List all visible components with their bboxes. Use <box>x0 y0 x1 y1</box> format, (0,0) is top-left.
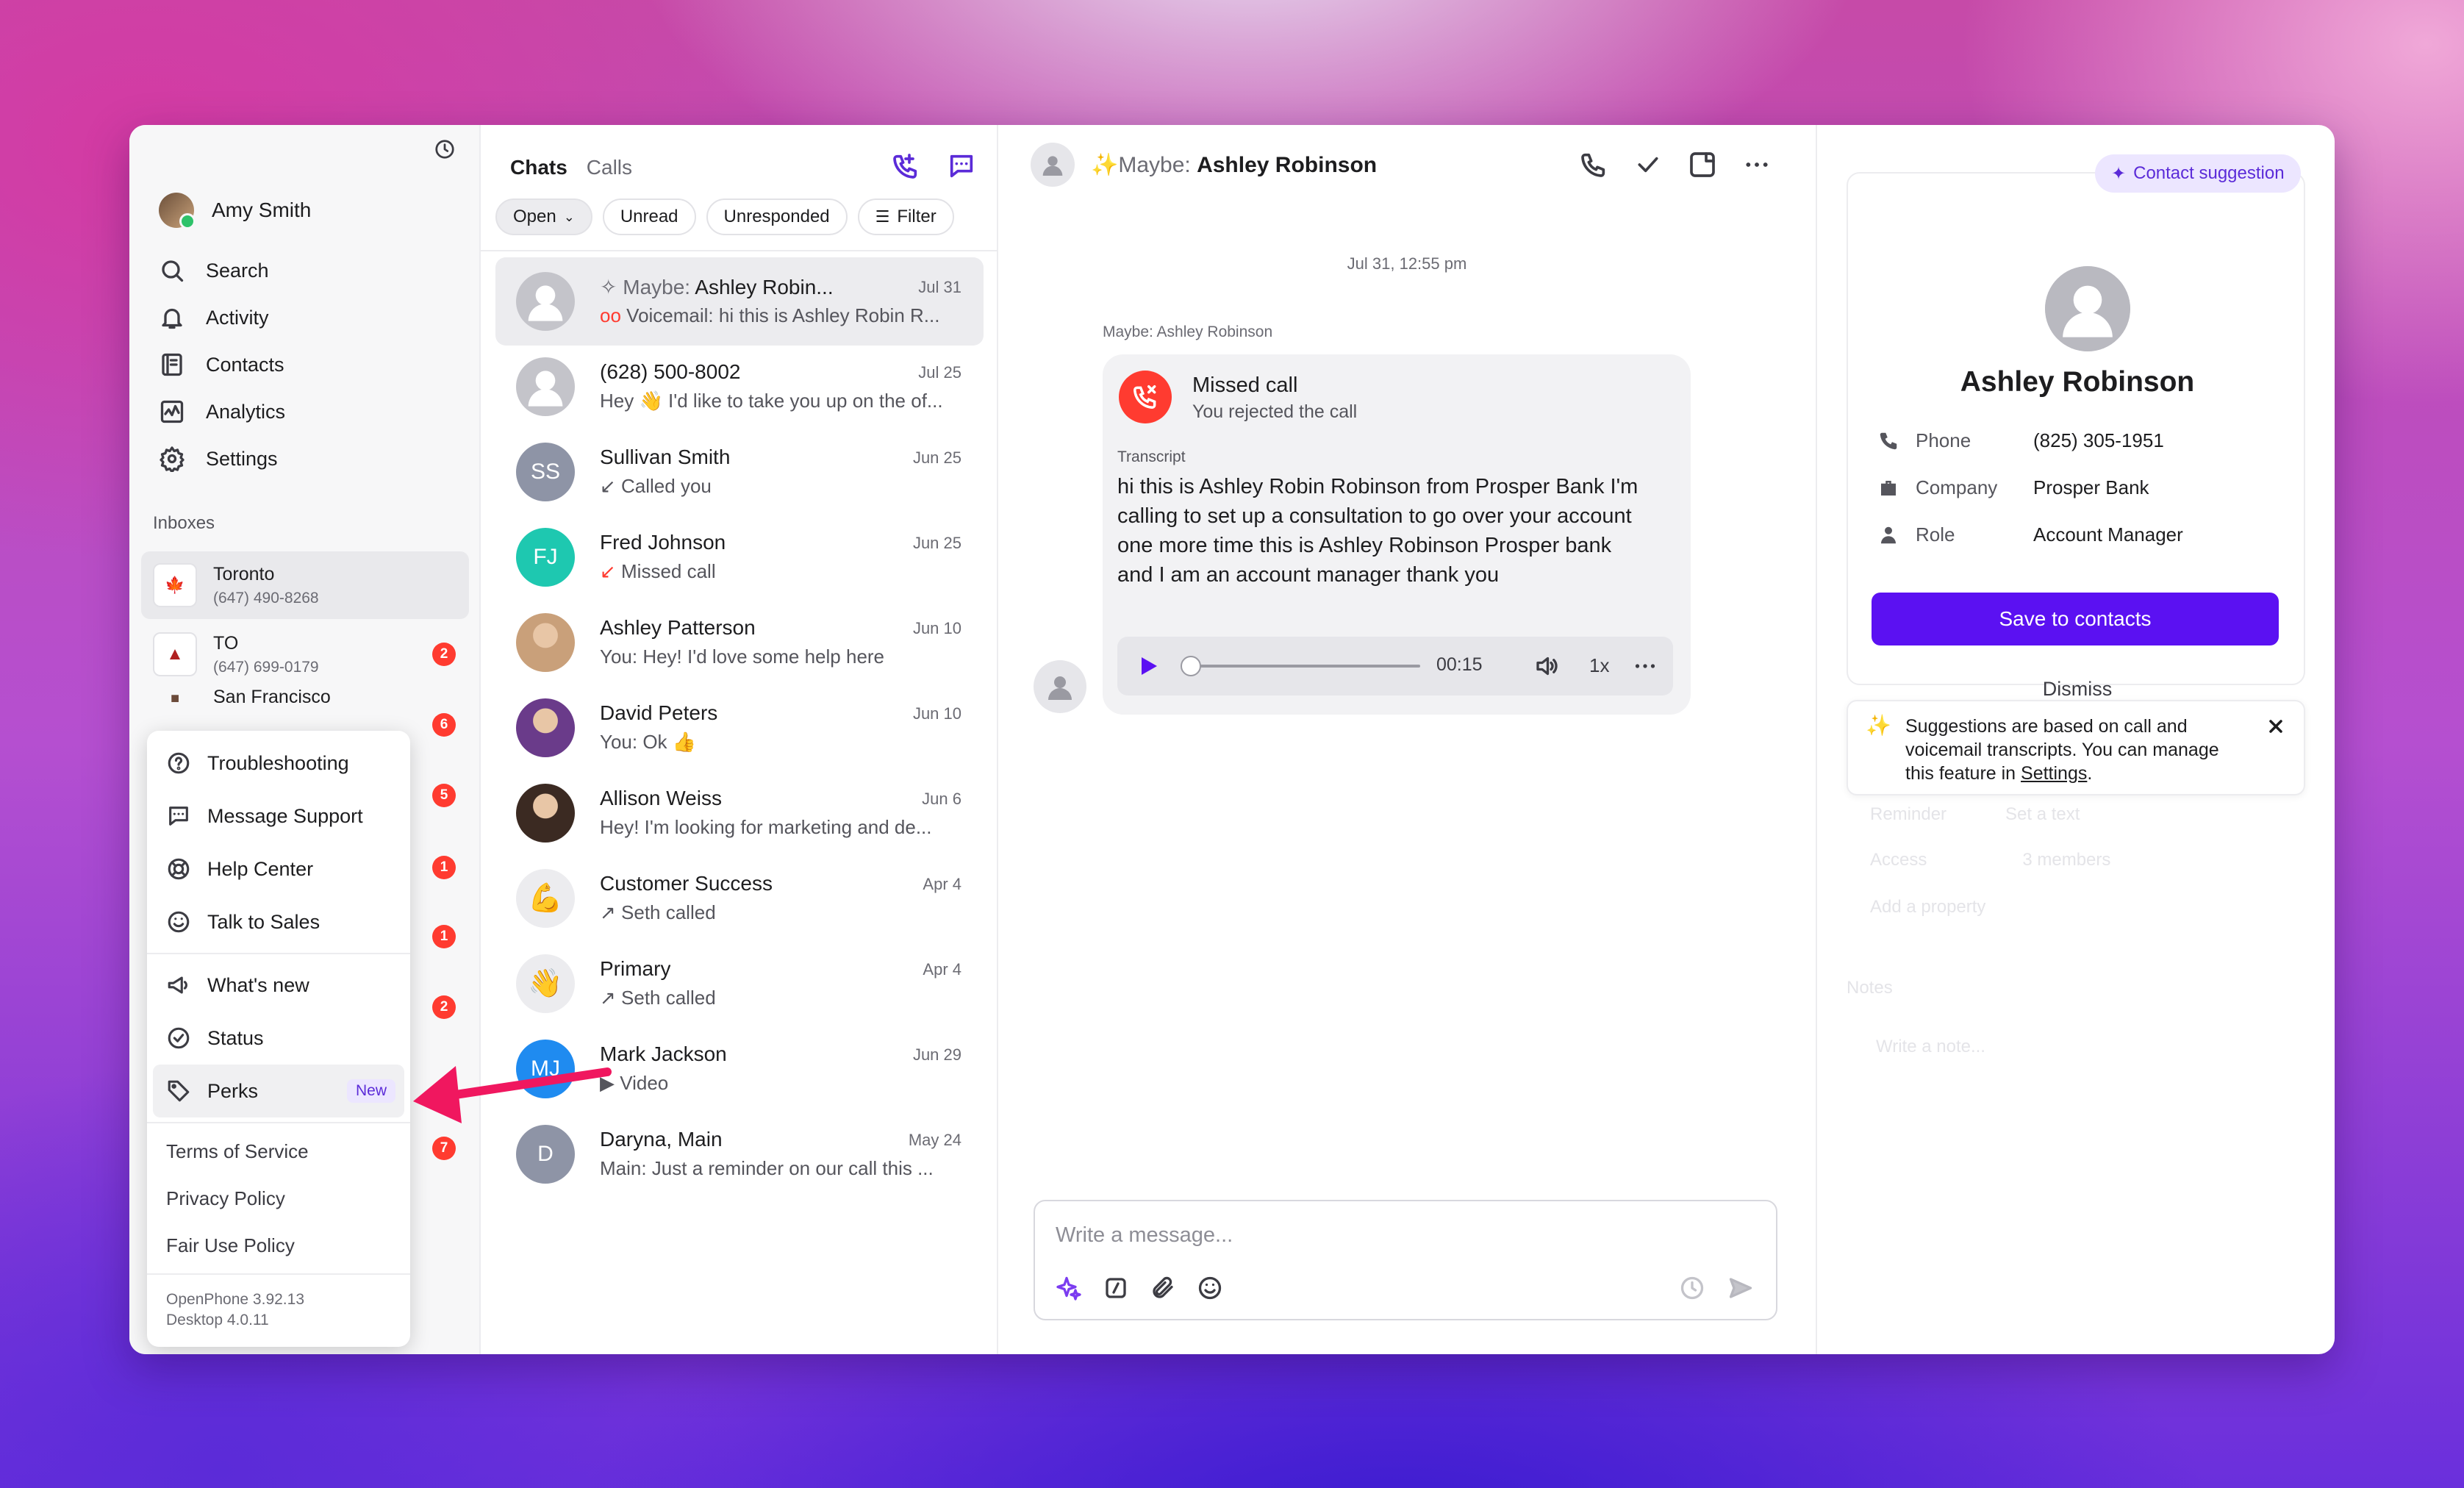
annotation-arrow <box>413 1066 612 1123</box>
arrow-head <box>413 1066 462 1123</box>
arrow-shaft <box>437 1067 612 1101</box>
